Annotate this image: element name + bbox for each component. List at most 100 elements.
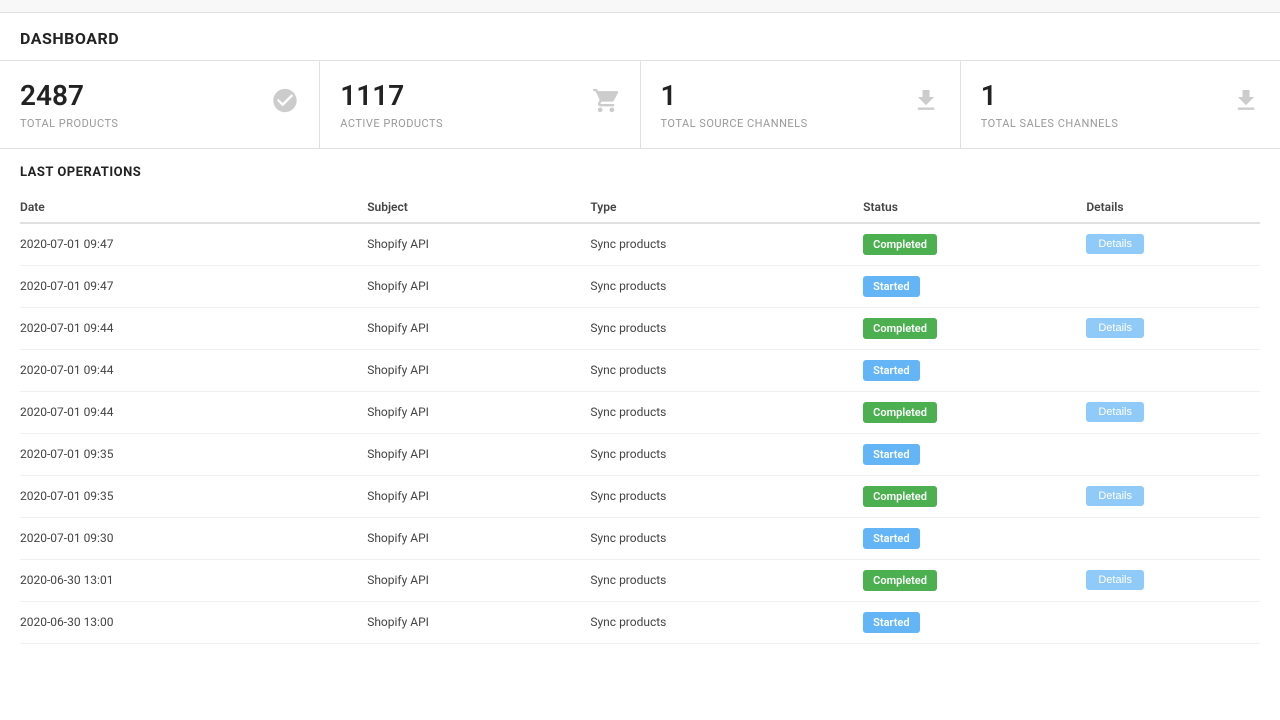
cell-date: 2020-06-30 13:01 [20, 559, 367, 601]
cell-status: Completed [863, 223, 1086, 266]
cell-subject: Shopify API [367, 349, 590, 391]
cell-details[interactable]: Details [1086, 391, 1260, 433]
cell-subject: Shopify API [367, 517, 590, 559]
status-badge: Started [863, 444, 919, 465]
cell-type: Sync products [590, 265, 863, 307]
cell-subject: Shopify API [367, 601, 590, 643]
cell-subject: Shopify API [367, 223, 590, 266]
sales-icon [1232, 87, 1260, 122]
table-row: 2020-07-01 09:47 Shopify API Sync produc… [20, 223, 1260, 266]
cell-date: 2020-07-01 09:47 [20, 265, 367, 307]
cell-status: Completed [863, 559, 1086, 601]
cell-details [1086, 265, 1260, 307]
cart-icon [592, 87, 620, 122]
cell-details[interactable]: Details [1086, 223, 1260, 266]
table-row: 2020-07-01 09:44 Shopify API Sync produc… [20, 349, 1260, 391]
cell-type: Sync products [590, 433, 863, 475]
cell-details [1086, 601, 1260, 643]
stat-total-source-channels: 1 TOTAL SOURCE CHANNELS [641, 61, 961, 148]
active-products-number: 1117 [340, 79, 619, 113]
total-sales-label: TOTAL SALES CHANNELS [981, 117, 1260, 130]
cell-type: Sync products [590, 475, 863, 517]
header: DASHBOARD [0, 13, 1280, 61]
check-circle-icon [271, 87, 299, 122]
cell-status: Completed [863, 391, 1086, 433]
cell-status: Started [863, 265, 1086, 307]
total-sales-number: 1 [981, 79, 1260, 113]
cell-details [1086, 349, 1260, 391]
cell-details[interactable]: Details [1086, 475, 1260, 517]
col-header-details: Details [1086, 192, 1260, 223]
cell-type: Sync products [590, 223, 863, 266]
last-operations-title: LAST OPERATIONS [20, 165, 1260, 180]
cell-subject: Shopify API [367, 265, 590, 307]
cell-status: Started [863, 349, 1086, 391]
cell-details[interactable]: Details [1086, 559, 1260, 601]
col-header-status: Status [863, 192, 1086, 223]
table-row: 2020-07-01 09:44 Shopify API Sync produc… [20, 307, 1260, 349]
cell-date: 2020-07-01 09:44 [20, 307, 367, 349]
download-icon [912, 87, 940, 122]
details-button[interactable]: Details [1086, 570, 1144, 590]
cell-type: Sync products [590, 517, 863, 559]
cell-status: Started [863, 517, 1086, 559]
cell-subject: Shopify API [367, 391, 590, 433]
cell-date: 2020-07-01 09:35 [20, 475, 367, 517]
page-wrapper: DASHBOARD 2487 TOTAL PRODUCTS 1117 ACTIV… [0, 0, 1280, 720]
details-button[interactable]: Details [1086, 318, 1144, 338]
table-row: 2020-07-01 09:35 Shopify API Sync produc… [20, 475, 1260, 517]
status-badge: Completed [863, 486, 937, 507]
details-button[interactable]: Details [1086, 402, 1144, 422]
cell-details [1086, 433, 1260, 475]
stat-total-products: 2487 TOTAL PRODUCTS [0, 61, 320, 148]
details-button[interactable]: Details [1086, 486, 1144, 506]
cell-type: Sync products [590, 601, 863, 643]
cell-status: Completed [863, 307, 1086, 349]
col-header-type: Type [590, 192, 863, 223]
table-row: 2020-07-01 09:44 Shopify API Sync produc… [20, 391, 1260, 433]
stats-row: 2487 TOTAL PRODUCTS 1117 ACTIVE PRODUCTS… [0, 61, 1280, 149]
details-button[interactable]: Details [1086, 234, 1144, 254]
col-header-subject: Subject [367, 192, 590, 223]
cell-status: Completed [863, 475, 1086, 517]
cell-details [1086, 517, 1260, 559]
cell-subject: Shopify API [367, 559, 590, 601]
cell-subject: Shopify API [367, 433, 590, 475]
status-badge: Completed [863, 318, 937, 339]
status-badge: Started [863, 612, 919, 633]
cell-status: Started [863, 433, 1086, 475]
cell-subject: Shopify API [367, 307, 590, 349]
table-row: 2020-06-30 13:01 Shopify API Sync produc… [20, 559, 1260, 601]
table-header: Date Subject Type Status Details [20, 192, 1260, 223]
total-products-label: TOTAL PRODUCTS [20, 117, 299, 130]
status-badge: Completed [863, 570, 937, 591]
operations-table: Date Subject Type Status Details 2020-07… [20, 192, 1260, 644]
cell-type: Sync products [590, 349, 863, 391]
cell-date: 2020-07-01 09:47 [20, 223, 367, 266]
cell-date: 2020-07-01 09:30 [20, 517, 367, 559]
stat-total-sales-channels: 1 TOTAL SALES CHANNELS [961, 61, 1280, 148]
active-products-label: ACTIVE PRODUCTS [340, 117, 619, 130]
cell-details[interactable]: Details [1086, 307, 1260, 349]
table-row: 2020-07-01 09:30 Shopify API Sync produc… [20, 517, 1260, 559]
total-products-number: 2487 [20, 79, 299, 113]
cell-status: Started [863, 601, 1086, 643]
status-badge: Started [863, 276, 919, 297]
cell-subject: Shopify API [367, 475, 590, 517]
last-operations-section: LAST OPERATIONS Date Subject Type Status… [0, 149, 1280, 652]
status-badge: Started [863, 360, 919, 381]
table-row: 2020-07-01 09:47 Shopify API Sync produc… [20, 265, 1260, 307]
total-source-label: TOTAL SOURCE CHANNELS [661, 117, 940, 130]
status-badge: Completed [863, 402, 937, 423]
cell-type: Sync products [590, 559, 863, 601]
col-header-date: Date [20, 192, 367, 223]
cell-date: 2020-06-30 13:00 [20, 601, 367, 643]
cell-type: Sync products [590, 307, 863, 349]
page-title: DASHBOARD [20, 29, 1260, 48]
status-badge: Started [863, 528, 919, 549]
table-row: 2020-06-30 13:00 Shopify API Sync produc… [20, 601, 1260, 643]
cell-date: 2020-07-01 09:44 [20, 349, 367, 391]
top-bar [0, 0, 1280, 13]
status-badge: Completed [863, 234, 937, 255]
table-row: 2020-07-01 09:35 Shopify API Sync produc… [20, 433, 1260, 475]
